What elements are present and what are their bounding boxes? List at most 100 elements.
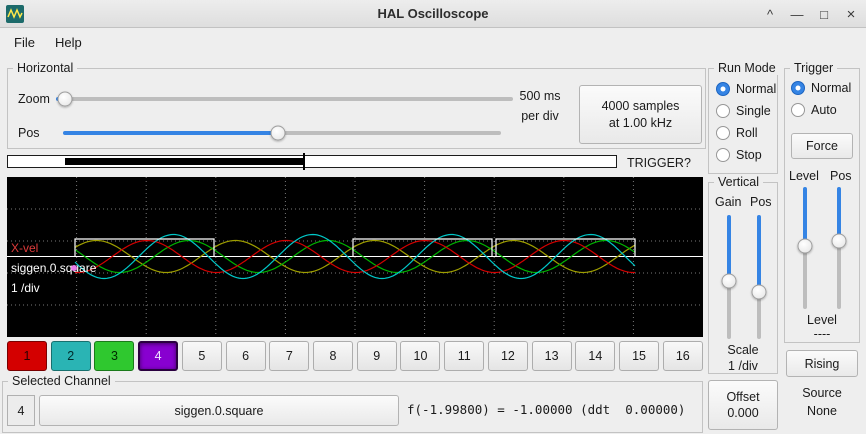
channel-button-13[interactable]: 13: [532, 341, 572, 371]
record-progress-fill: [65, 158, 304, 165]
vertical-pos-slider[interactable]: [751, 215, 767, 339]
radio-label: Normal: [736, 82, 776, 96]
radio-icon: [716, 126, 730, 140]
channel-source-button[interactable]: siggen.0.square: [39, 395, 399, 426]
trigger-options-normal[interactable]: Normal: [791, 81, 851, 95]
trigger-level-caption: Level: [785, 313, 859, 327]
channel-button-7[interactable]: 7: [269, 341, 309, 371]
trigger-edge-button[interactable]: Rising: [786, 350, 858, 377]
menu-help[interactable]: Help: [45, 31, 92, 54]
selected-channel-number: 4: [7, 395, 35, 426]
selected-channel-group: Selected Channel 4 siggen.0.square f(-1.…: [2, 381, 703, 433]
scale-value: 1 /div: [709, 359, 777, 373]
channel-button-3[interactable]: 3: [94, 341, 134, 371]
trigger-source-caption: Source: [784, 386, 860, 400]
trigger-options: Normal Auto: [791, 81, 851, 117]
run-mode-options-stop[interactable]: Stop: [716, 148, 776, 162]
minimize-button[interactable]: —: [790, 7, 804, 22]
radio-icon: [791, 81, 805, 95]
run-mode-options-single[interactable]: Single: [716, 104, 776, 118]
run-mode-options-roll[interactable]: Roll: [716, 126, 776, 140]
cursor-dot: [71, 265, 77, 271]
radio-icon: [791, 103, 805, 117]
vertical-pos-slider-handle[interactable]: [752, 284, 767, 299]
trigger-level-slider[interactable]: [797, 187, 813, 309]
vertical-pos-header: Pos: [750, 195, 772, 209]
record-settings-button[interactable]: 4000 samples at 1.00 kHz: [579, 85, 702, 144]
menu-bar: File Help: [0, 29, 866, 55]
trigger-level-slider-handle[interactable]: [798, 238, 813, 253]
channel-button-6[interactable]: 6: [226, 341, 266, 371]
force-button[interactable]: Force: [791, 133, 853, 159]
scope-label-ch1: X-vel: [11, 241, 38, 255]
trigger-options-auto[interactable]: Auto: [791, 103, 851, 117]
scope-label-scale: 1 /div: [11, 281, 40, 295]
zoom-label: Zoom: [18, 92, 50, 106]
trigger-level-value: ----: [785, 327, 859, 341]
channel-button-16[interactable]: 16: [663, 341, 703, 371]
gain-header: Gain: [715, 195, 741, 209]
radio-label: Auto: [811, 103, 837, 117]
trigger-title: Trigger: [790, 61, 837, 75]
vertical-pos-slider-track: [757, 215, 761, 339]
title-bar: HAL Oscilloscope ^ — □ ×: [0, 0, 866, 28]
channel-button-14[interactable]: 14: [575, 341, 615, 371]
zoom-slider-track: [56, 97, 513, 101]
radio-label: Single: [736, 104, 771, 118]
gain-slider-handle[interactable]: [722, 273, 737, 288]
radio-label: Roll: [736, 126, 758, 140]
channel-row: 12345678910111213141516: [7, 341, 703, 371]
channel-button-12[interactable]: 12: [488, 341, 528, 371]
radio-icon: [716, 82, 730, 96]
channel-button-9[interactable]: 9: [357, 341, 397, 371]
selected-channel-title: Selected Channel: [8, 374, 115, 388]
trigger-pos-slider-handle[interactable]: [832, 233, 847, 248]
radio-label: Normal: [811, 81, 851, 95]
run-mode-group: Run Mode NormalSingleRollStop: [708, 68, 778, 174]
trigger-group: Trigger NormalAuto Force Level Pos Level…: [784, 68, 860, 343]
channel-value-readout: f(-1.99800) = -1.00000 (ddt 0.00000): [407, 402, 685, 417]
horizontal-group: Horizontal Zoom 500 ms per div 4000 samp…: [7, 68, 706, 149]
trigger-position-marker: [303, 153, 305, 170]
scale-caption: Scale: [709, 343, 777, 357]
channel-button-15[interactable]: 15: [619, 341, 659, 371]
channel-button-5[interactable]: 5: [182, 341, 222, 371]
channel-button-2[interactable]: 2: [51, 341, 91, 371]
time-per-div-readout: 500 ms per div: [508, 89, 572, 123]
trigger-source-value: None: [784, 404, 860, 418]
vertical-group: Vertical Gain Pos Scale 1 /div: [708, 182, 778, 374]
menu-file[interactable]: File: [4, 31, 45, 54]
offset-button[interactable]: Offset 0.000: [708, 380, 778, 430]
trigger-status-label: TRIGGER?: [627, 156, 691, 170]
scope-display: X-vel siggen.0.square 1 /div: [7, 177, 703, 337]
shade-button[interactable]: ^: [763, 7, 777, 22]
horizontal-pos-slider-handle[interactable]: [270, 126, 285, 141]
zoom-slider[interactable]: [56, 91, 513, 107]
trigger-pos-header: Pos: [830, 169, 852, 183]
scope-label-ch4: siggen.0.square: [11, 261, 96, 275]
vertical-title: Vertical: [714, 175, 763, 189]
record-progress-bar: [7, 155, 617, 168]
channel-button-10[interactable]: 10: [400, 341, 440, 371]
horizontal-pos-label: Pos: [18, 126, 40, 140]
run-mode-options: Normal Single Roll Stop: [716, 82, 776, 162]
zoom-slider-handle[interactable]: [58, 92, 73, 107]
radio-label: Stop: [736, 148, 762, 162]
maximize-button[interactable]: □: [817, 7, 831, 22]
channel-button-8[interactable]: 8: [313, 341, 353, 371]
scope-canvas: [7, 177, 703, 337]
channel-button-4[interactable]: 4: [138, 341, 178, 371]
horizontal-pos-slider[interactable]: [63, 125, 501, 141]
horizontal-group-title: Horizontal: [13, 61, 77, 75]
channel-button-11[interactable]: 11: [444, 341, 484, 371]
gain-slider[interactable]: [721, 215, 737, 339]
trigger-level-header: Level: [789, 169, 819, 183]
radio-icon: [716, 148, 730, 162]
trigger-pos-slider[interactable]: [831, 187, 847, 309]
window-title: HAL Oscilloscope: [0, 6, 866, 21]
channel-button-1[interactable]: 1: [7, 341, 47, 371]
radio-icon: [716, 104, 730, 118]
hal-oscilloscope-window: HAL Oscilloscope ^ — □ × File Help Horiz…: [0, 0, 866, 434]
run-mode-options-normal[interactable]: Normal: [716, 82, 776, 96]
close-button[interactable]: ×: [844, 6, 858, 23]
